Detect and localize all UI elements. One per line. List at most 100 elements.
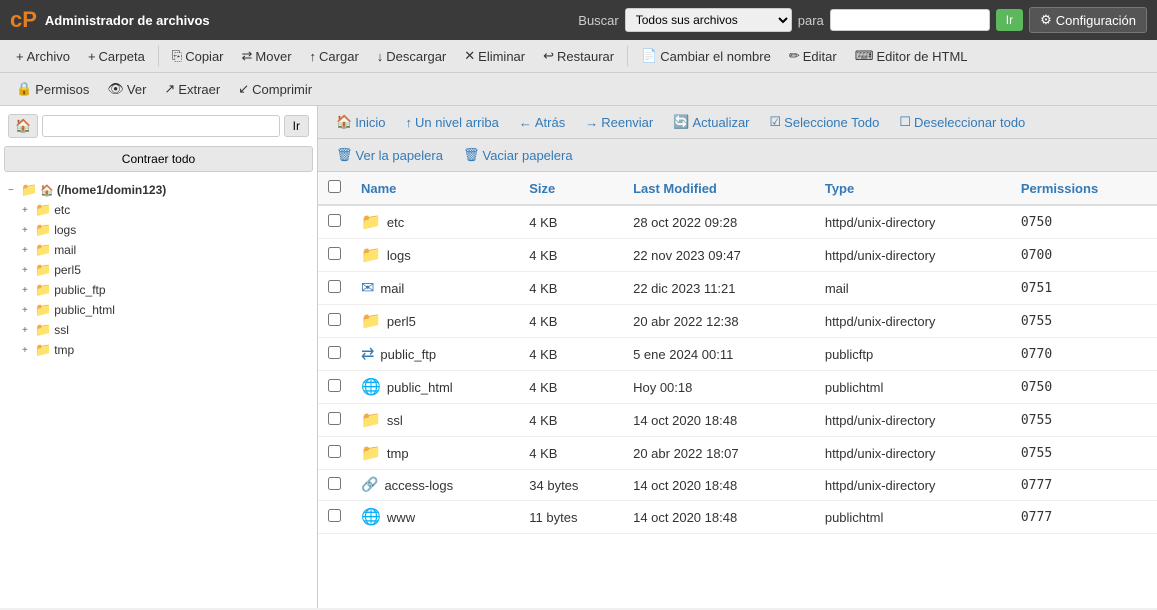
search-go-button[interactable]: Ir [996, 9, 1023, 31]
row-checkbox-cell[interactable] [318, 239, 351, 272]
checkbox-header[interactable] [318, 172, 351, 205]
select-all-checkbox[interactable] [328, 180, 341, 193]
tree-item-logs[interactable]: + 📁 logs [22, 220, 309, 240]
row-checkbox[interactable] [328, 509, 341, 522]
tree-expand-icon: + [22, 305, 32, 316]
ver-button[interactable]: 👁 Ver [99, 77, 154, 101]
file-name[interactable]: logs [387, 248, 411, 263]
row-checkbox[interactable] [328, 477, 341, 490]
eliminar-button[interactable]: ✕ Eliminar [456, 44, 533, 68]
row-checkbox[interactable] [328, 445, 341, 458]
tree-root-item[interactable]: − 📁 🏠 (/home1/domin123) [8, 180, 309, 200]
editar-button[interactable]: ✏ Editar [781, 44, 845, 68]
row-checkbox[interactable] [328, 412, 341, 425]
row-checkbox[interactable] [328, 313, 341, 326]
row-checkbox-cell[interactable] [318, 338, 351, 371]
sidebar: 🏠 Ir Contraer todo − 📁 🏠 (/home1/domin12… [0, 106, 318, 608]
restaurar-button[interactable]: ↩ Restaurar [535, 44, 622, 68]
col-size-header[interactable]: Size [519, 172, 623, 205]
cargar-button[interactable]: ↑ Cargar [302, 45, 367, 68]
col-permissions-header[interactable]: Permissions [1011, 172, 1157, 205]
copiar-button[interactable]: ⎘ Copiar [164, 44, 232, 68]
actualizar-button[interactable]: 🔄 Actualizar [665, 111, 757, 133]
row-checkbox[interactable] [328, 379, 341, 392]
reenviar-button[interactable]: → Reenviar [577, 112, 661, 133]
comprimir-button[interactable]: ↙ Comprimir [230, 77, 320, 101]
row-type-cell: httpd/unix-directory [815, 470, 1011, 501]
move-icon: ⇄ [242, 48, 253, 64]
cambiar-nombre-button[interactable]: 📄 Cambiar el nombre [633, 44, 779, 68]
extraer-button[interactable]: ↗ Extraer [156, 77, 228, 101]
file-name[interactable]: tmp [387, 446, 409, 461]
file-name[interactable]: www [387, 510, 415, 525]
tree-item-tmp[interactable]: + 📁 tmp [22, 340, 309, 360]
table-row[interactable]: ✉ mail 4 KB 22 dic 2023 11:21 mail 0751 [318, 272, 1157, 305]
desel-todo-button[interactable]: ☐ Deseleccionar todo [891, 111, 1033, 133]
sel-todo-button[interactable]: ☑ Seleccione Todo [762, 111, 888, 133]
trash-icon: 🗑 [336, 147, 353, 163]
table-row[interactable]: 📁 ssl 4 KB 14 oct 2020 18:48 httpd/unix-… [318, 404, 1157, 437]
table-row[interactable]: 📁 perl5 4 KB 20 abr 2022 12:38 httpd/uni… [318, 305, 1157, 338]
row-checkbox-cell[interactable] [318, 272, 351, 305]
row-checkbox[interactable] [328, 280, 341, 293]
carpeta-button[interactable]: + Carpeta [80, 45, 153, 68]
tree-children-root: + 📁 etc + 📁 logs + 📁 mail + 📁 perl5 + 📁 … [22, 200, 309, 360]
row-checkbox[interactable] [328, 346, 341, 359]
file-name[interactable]: mail [380, 281, 404, 296]
table-row[interactable]: 🌐 www 11 bytes 14 oct 2020 18:48 publich… [318, 501, 1157, 534]
config-button[interactable]: ⚙ Configuración [1029, 7, 1147, 33]
sidebar-home-button[interactable]: 🏠 [8, 114, 38, 138]
row-checkbox-cell[interactable] [318, 305, 351, 338]
tree-expand-icon: + [22, 245, 32, 256]
divider2 [627, 46, 628, 66]
tree-item-public_ftp[interactable]: + 📁 public_ftp [22, 280, 309, 300]
file-name[interactable]: public_html [387, 380, 453, 395]
archivo-button[interactable]: + Archivo [8, 45, 78, 68]
atras-button[interactable]: ← Atrás [511, 112, 573, 133]
row-checkbox[interactable] [328, 214, 341, 227]
divider1 [158, 46, 159, 66]
table-row[interactable]: 📁 etc 4 KB 28 oct 2022 09:28 httpd/unix-… [318, 205, 1157, 239]
row-checkbox-cell[interactable] [318, 470, 351, 501]
folder-icon: 📁 [35, 262, 51, 278]
sidebar-go-button[interactable]: Ir [284, 115, 309, 137]
file-name[interactable]: ssl [387, 413, 403, 428]
row-modified-cell: 14 oct 2020 18:48 [623, 501, 815, 534]
row-perms-cell: 0751 [1011, 272, 1157, 305]
descargar-button[interactable]: ↓ Descargar [369, 45, 454, 68]
table-row[interactable]: 🌐 public_html 4 KB Hoy 00:18 publichtml … [318, 371, 1157, 404]
inicio-button[interactable]: 🏠 Inicio [328, 111, 394, 133]
row-checkbox-cell[interactable] [318, 437, 351, 470]
row-checkbox-cell[interactable] [318, 501, 351, 534]
collapse-all-button[interactable]: Contraer todo [4, 146, 313, 172]
col-type-header[interactable]: Type [815, 172, 1011, 205]
file-name[interactable]: etc [387, 215, 404, 230]
un-nivel-button[interactable]: ↑ Un nivel arriba [398, 112, 507, 133]
file-name[interactable]: public_ftp [380, 347, 436, 362]
row-checkbox-cell[interactable] [318, 404, 351, 437]
vaciar-papelera-button[interactable]: 🗑 Vaciar papelera [455, 144, 581, 166]
permisos-button[interactable]: 🔒 Permisos [8, 77, 97, 101]
table-row[interactable]: 📁 logs 4 KB 22 nov 2023 09:47 httpd/unix… [318, 239, 1157, 272]
file-name[interactable]: access-logs [384, 478, 453, 493]
mover-button[interactable]: ⇄ Mover [234, 44, 300, 68]
table-row[interactable]: 🔗 access-logs 34 bytes 14 oct 2020 18:48… [318, 470, 1157, 501]
col-modified-header[interactable]: Last Modified [623, 172, 815, 205]
col-name-header[interactable]: Name [351, 172, 519, 205]
tree-item-ssl[interactable]: + 📁 ssl [22, 320, 309, 340]
editor-html-button[interactable]: ⌨ Editor de HTML [847, 44, 976, 68]
search-input[interactable] [830, 9, 990, 31]
row-checkbox-cell[interactable] [318, 205, 351, 239]
sidebar-path-input[interactable] [42, 115, 279, 137]
tree-item-etc[interactable]: + 📁 etc [22, 200, 309, 220]
ver-papelera-button[interactable]: 🗑 Ver la papelera [328, 144, 451, 166]
search-type-select[interactable]: Todos sus archivos Solo nombres de archi… [625, 8, 792, 32]
table-row[interactable]: 📁 tmp 4 KB 20 abr 2022 18:07 httpd/unix-… [318, 437, 1157, 470]
tree-item-public_html[interactable]: + 📁 public_html [22, 300, 309, 320]
tree-item-mail[interactable]: + 📁 mail [22, 240, 309, 260]
table-row[interactable]: ⇄ public_ftp 4 KB 5 ene 2024 00:11 publi… [318, 338, 1157, 371]
row-checkbox[interactable] [328, 247, 341, 260]
tree-item-perl5[interactable]: + 📁 perl5 [22, 260, 309, 280]
file-name[interactable]: perl5 [387, 314, 416, 329]
row-checkbox-cell[interactable] [318, 371, 351, 404]
